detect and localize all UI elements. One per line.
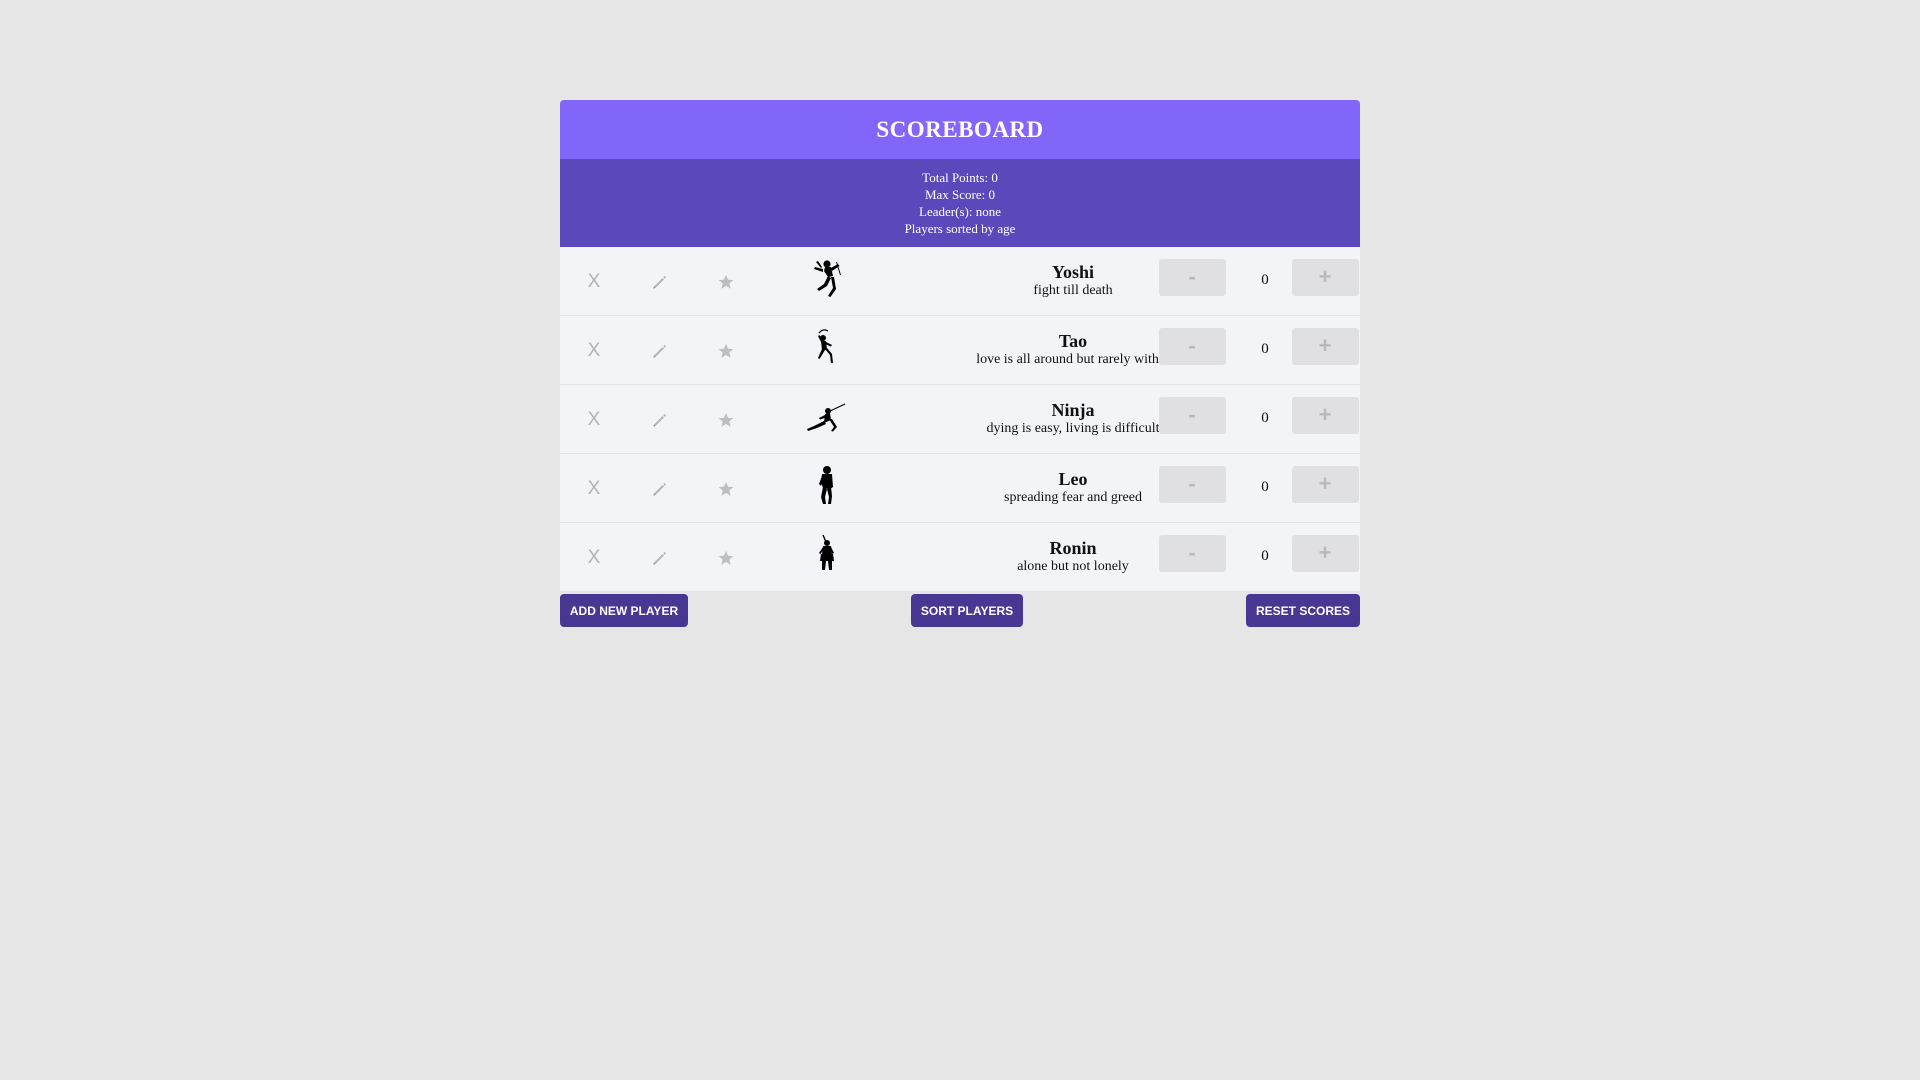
increment-score-button[interactable]: + xyxy=(1291,534,1359,572)
total-points: Total Points: 0 xyxy=(922,170,998,185)
player-row: X xyxy=(560,316,1360,385)
player-row: X xyxy=(560,454,1360,523)
add-player-button[interactable]: ADD NEW PLAYER xyxy=(560,594,688,627)
scoreboard-header: SCOREBOARD xyxy=(560,100,1360,159)
decrement-score-button[interactable]: - xyxy=(1158,465,1226,503)
player-name: Tao xyxy=(1058,331,1088,351)
sort-players-button[interactable]: SORT PLAYERS xyxy=(911,594,1023,627)
increment-score-button[interactable]: + xyxy=(1291,396,1359,434)
player-score: 0 xyxy=(1261,271,1269,288)
decrement-score-button[interactable]: - xyxy=(1158,396,1226,434)
increment-score-button[interactable]: + xyxy=(1291,258,1359,296)
player-name: Leo xyxy=(1058,469,1088,489)
ninja-standing-silhouette-icon xyxy=(806,464,846,513)
leaders: Leader(s): none xyxy=(919,204,1001,219)
star-icon[interactable] xyxy=(717,480,735,498)
player-motto: spreading fear and greed xyxy=(1004,490,1142,505)
pencil-icon[interactable] xyxy=(651,480,669,498)
pencil-icon[interactable] xyxy=(651,273,669,291)
player-list: X Yoshi fight till death - 0 + X Tao lov… xyxy=(560,247,1360,592)
player-row: X xyxy=(560,247,1360,316)
player-row: X xyxy=(560,385,1360,454)
stats-panel: Total Points: 0 Max Score: 0 Leader(s): … xyxy=(560,159,1360,247)
decrement-score-button[interactable]: - xyxy=(1158,534,1226,572)
player-score: 0 xyxy=(1261,409,1269,426)
remove-player-button[interactable]: X xyxy=(588,340,601,362)
player-motto: alone but not lonely xyxy=(1017,559,1129,574)
player-motto: fight till death xyxy=(1033,283,1113,298)
player-row: X xyxy=(560,523,1360,592)
pencil-icon[interactable] xyxy=(651,342,669,360)
star-icon[interactable] xyxy=(717,342,735,360)
pencil-icon[interactable] xyxy=(651,411,669,429)
increment-score-button[interactable]: + xyxy=(1291,465,1359,503)
action-bar: ADD NEW PLAYER SORT PLAYERS RESET SCORES xyxy=(560,592,1360,632)
player-motto: dying is easy, living is difficult xyxy=(986,421,1160,436)
player-name: Ninja xyxy=(1051,400,1095,420)
pencil-icon[interactable] xyxy=(651,549,669,567)
star-icon[interactable] xyxy=(717,411,735,429)
decrement-score-button[interactable]: - xyxy=(1158,327,1226,365)
increment-score-button[interactable]: + xyxy=(1291,327,1359,365)
scoreboard-title: SCOREBOARD xyxy=(876,116,1044,142)
remove-player-button[interactable]: X xyxy=(588,271,601,293)
player-name: Yoshi xyxy=(1051,262,1095,282)
max-score: Max Score: 0 xyxy=(924,187,996,202)
scoreboard: SCOREBOARD Total Points: 0 Max Score: 0 … xyxy=(560,100,1360,632)
player-score: 0 xyxy=(1261,340,1269,357)
player-score: 0 xyxy=(1261,547,1269,564)
remove-player-button[interactable]: X xyxy=(588,478,601,500)
sort-info: Players sorted by age xyxy=(904,221,1016,236)
ninja-sword-raised-silhouette-icon xyxy=(806,327,846,374)
player-name: Ronin xyxy=(1049,538,1097,558)
remove-player-button[interactable]: X xyxy=(588,547,601,569)
player-motto: love is all around but rarely within xyxy=(976,352,1170,367)
player-score: 0 xyxy=(1261,478,1269,495)
star-icon[interactable] xyxy=(717,273,735,291)
reset-scores-button[interactable]: RESET SCORES xyxy=(1246,594,1360,627)
ninja-jumping-silhouette-icon xyxy=(806,258,846,305)
samurai-standing-silhouette-icon xyxy=(806,533,846,582)
ninja-lunging-silhouette-icon xyxy=(804,396,848,443)
decrement-score-button[interactable]: - xyxy=(1158,258,1226,296)
star-icon[interactable] xyxy=(717,549,735,567)
remove-player-button[interactable]: X xyxy=(588,409,601,431)
